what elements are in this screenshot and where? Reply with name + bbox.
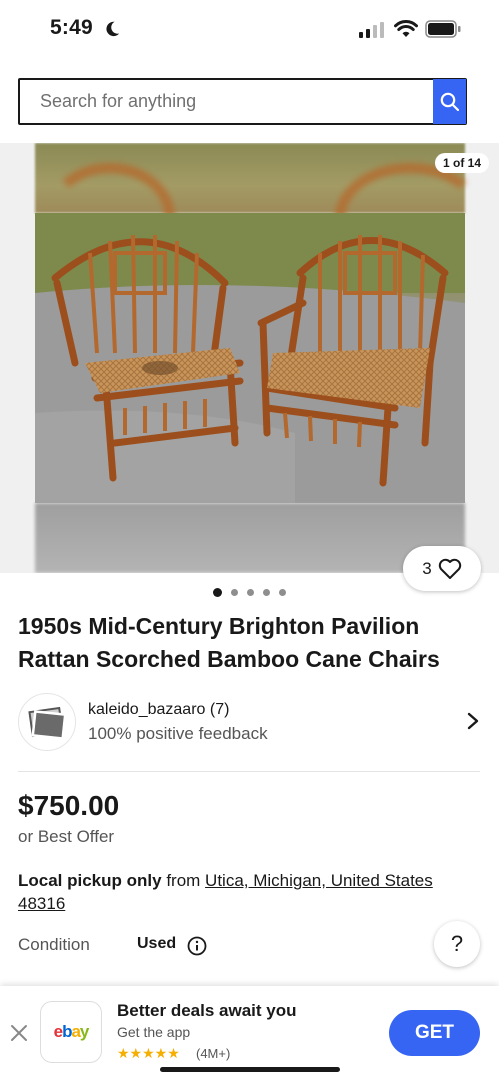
pagination-dot[interactable] [263, 589, 270, 596]
close-icon[interactable] [10, 1024, 28, 1042]
banner-subtitle: Get the app [117, 1024, 191, 1040]
condition-value: Used [137, 935, 177, 952]
moon-icon [106, 21, 120, 37]
status-bar: 5:49 [0, 0, 499, 62]
image-gallery[interactable]: 1 of 14 [0, 143, 499, 573]
watch-count: 3 [422, 558, 432, 578]
signal-icon [359, 22, 384, 38]
pagination-dot[interactable] [213, 588, 222, 597]
chevron-right-icon [467, 712, 479, 730]
gallery-pagination [0, 588, 499, 597]
next-photo-peek [35, 503, 465, 573]
pickup-from: from [161, 871, 206, 890]
chairs-photo [35, 213, 465, 503]
search-button[interactable] [433, 79, 466, 124]
search-bar [18, 78, 467, 125]
search-icon [440, 92, 459, 111]
rating-stars: ★★★★★ [117, 1045, 180, 1061]
pickup-label: Local pickup only [18, 871, 162, 890]
help-button[interactable]: ? [434, 921, 480, 967]
divider [18, 771, 480, 772]
price: $750.00 [18, 790, 120, 821]
pickup-info: Local pickup only from Utica, Michigan, … [18, 869, 478, 915]
pagination-dot[interactable] [279, 589, 286, 596]
seller-name: kaleido_bazaaro (7) [88, 701, 230, 718]
ebay-logo: ebay [40, 1001, 102, 1063]
seller-avatar [18, 693, 76, 751]
battery-icon [425, 20, 461, 38]
seller-card[interactable]: kaleido_bazaaro (7) 100% positive feedba… [18, 693, 480, 753]
search-input[interactable] [20, 80, 433, 123]
pagination-dot[interactable] [247, 589, 254, 596]
status-time: 5:49 [50, 16, 93, 39]
listing-title: 1950s Mid-Century Brighton Pavilion Ratt… [18, 613, 440, 672]
home-indicator [160, 1067, 340, 1072]
wifi-icon [394, 20, 418, 37]
image-counter: 1 of 14 [434, 153, 489, 173]
seller-feedback: 100% positive feedback [88, 724, 268, 743]
listing-photo[interactable] [35, 213, 465, 503]
app-promo-banner: ebay Better deals await you Get the app … [0, 986, 499, 1080]
info-icon[interactable] [187, 936, 207, 956]
get-app-button[interactable]: GET [389, 1010, 480, 1056]
review-count: (4M+) [196, 1046, 231, 1061]
best-offer-note: or Best Offer [18, 827, 115, 846]
banner-title: Better deals await you [117, 1001, 297, 1020]
pagination-dot[interactable] [231, 589, 238, 596]
prev-photo-peek [35, 143, 485, 273]
heart-icon [438, 558, 461, 579]
condition-label: Condition [18, 935, 90, 954]
watch-button[interactable]: 3 [403, 546, 481, 591]
photo-icon [28, 706, 67, 740]
